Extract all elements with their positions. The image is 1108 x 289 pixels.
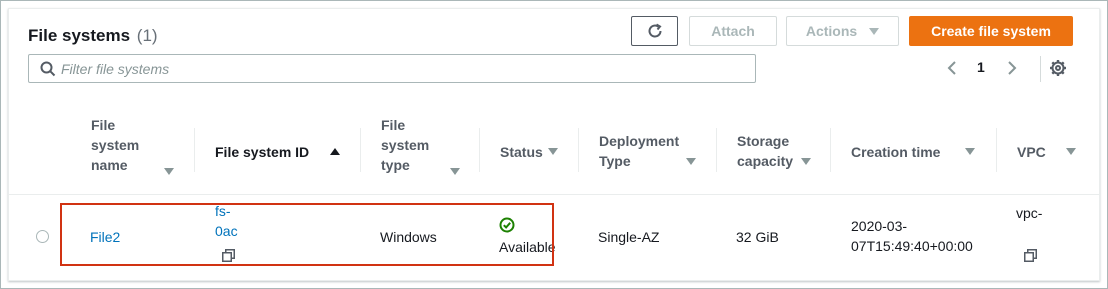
header-line: Deployment [599, 133, 680, 149]
header-line: system [381, 137, 430, 153]
pager-divider [1040, 56, 1041, 82]
sort-caret-icon[interactable] [1066, 148, 1076, 155]
header-line: name [91, 157, 128, 173]
sort-caret-icon[interactable] [686, 158, 696, 165]
header-line: system [91, 137, 140, 153]
sort-ascending-icon[interactable] [330, 148, 340, 155]
sort-caret-icon[interactable] [164, 168, 174, 175]
id-line: 0ac [215, 223, 238, 239]
copy-icon[interactable] [222, 249, 235, 262]
refresh-icon [648, 23, 662, 38]
row-select-radio[interactable] [36, 230, 49, 243]
column-divider [830, 128, 831, 172]
column-divider [996, 128, 997, 172]
search-input[interactable] [61, 59, 741, 79]
refresh-button[interactable] [631, 16, 678, 46]
column-divider [479, 128, 480, 172]
header-line: capacity [737, 153, 794, 169]
creation-time: 2020-03- 07T15:49:40+00:00 [851, 216, 973, 256]
sort-caret-icon[interactable] [965, 148, 975, 155]
sort-caret-icon[interactable] [450, 168, 460, 175]
column-divider [578, 128, 579, 172]
file-system-id-link[interactable]: fs- 0ac [215, 201, 238, 241]
gear-icon[interactable] [1049, 59, 1067, 77]
column-header-vpc[interactable]: VPC [1017, 142, 1046, 162]
file-system-type: Windows [380, 229, 437, 245]
column-header-name[interactable]: File system name [91, 115, 139, 175]
header-line: File [381, 117, 406, 133]
column-header-type[interactable]: File system type [381, 115, 429, 175]
column-header-creation[interactable]: Creation time [851, 142, 940, 162]
vpc-id: vpc- [1016, 205, 1043, 221]
create-file-system-button[interactable]: Create file system [909, 16, 1073, 46]
header-line: Type [599, 153, 631, 169]
column-header-status[interactable]: Status [500, 142, 543, 162]
page-title: File systems (1) [28, 26, 158, 46]
creation-line: 07T15:49:40+00:00 [851, 238, 973, 254]
file-system-name-link[interactable]: File2 [90, 227, 120, 247]
sort-caret-icon[interactable] [548, 148, 558, 155]
caret-down-icon [869, 27, 880, 35]
creation-line: 2020-03- [851, 218, 908, 234]
column-header-id[interactable]: File system ID [215, 142, 309, 162]
attach-button[interactable]: Attach [689, 16, 777, 46]
header-line: type [381, 157, 410, 173]
title-count: (1) [136, 26, 158, 45]
deployment-type: Single-AZ [598, 229, 660, 245]
storage-capacity: 32 GiB [736, 229, 779, 245]
actions-button[interactable]: Actions [786, 16, 899, 46]
previous-page-icon[interactable] [946, 60, 958, 76]
column-divider [360, 128, 361, 172]
current-page-number[interactable]: 1 [977, 59, 985, 75]
actions-label: Actions [805, 23, 858, 39]
column-divider [194, 128, 195, 172]
search-box[interactable] [28, 54, 756, 83]
search-icon [40, 61, 56, 77]
column-header-deployment[interactable]: Deployment Type [599, 131, 679, 171]
next-page-icon[interactable] [1006, 60, 1018, 76]
title-text: File systems [28, 26, 131, 45]
header-line: Storage [737, 133, 790, 149]
sort-caret-icon[interactable] [801, 158, 811, 165]
copy-icon[interactable] [1024, 249, 1037, 262]
header-line: File [91, 117, 116, 133]
column-divider [716, 128, 717, 172]
status-success-icon [499, 217, 515, 233]
status-text: Available [499, 239, 556, 255]
id-line: fs- [215, 203, 231, 219]
table-header-divider [9, 194, 1099, 195]
table-header-top [9, 105, 1099, 106]
column-header-storage[interactable]: Storage capacity [737, 131, 793, 171]
